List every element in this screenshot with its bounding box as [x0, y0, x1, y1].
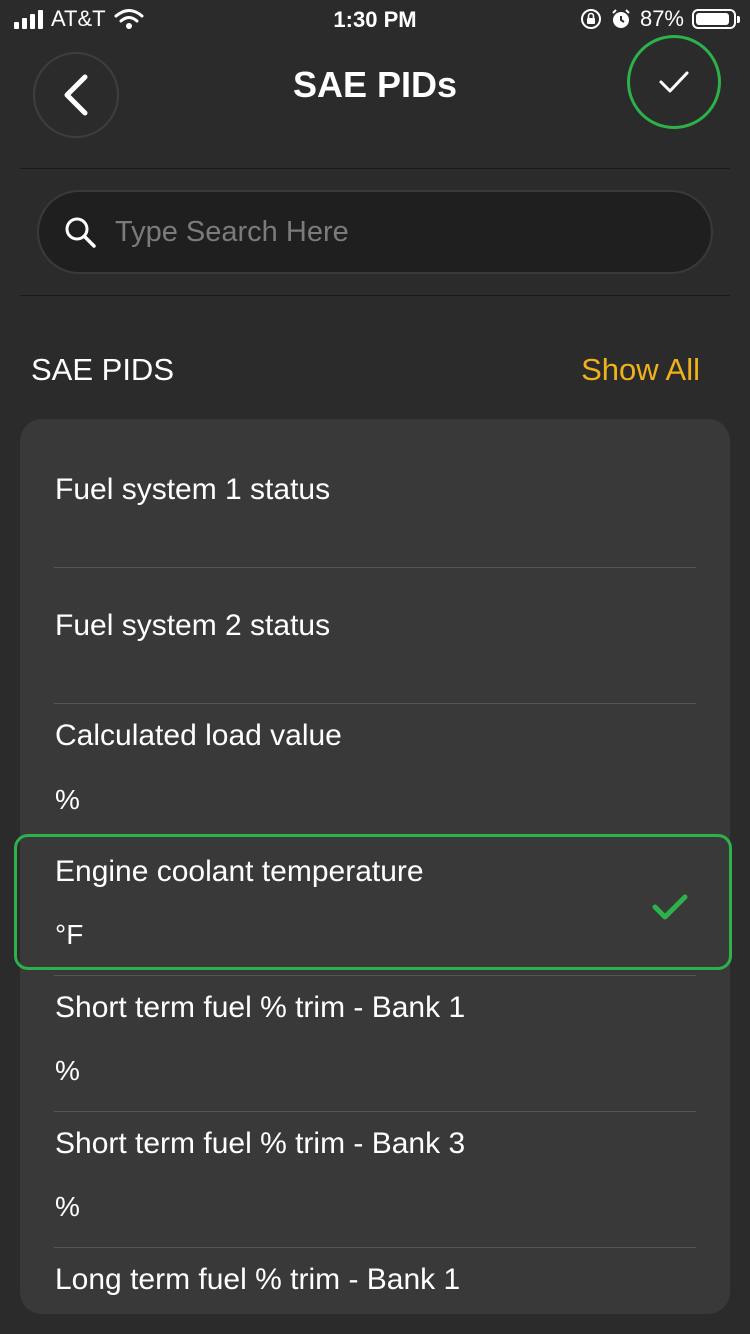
show-all-button[interactable]: Show All [581, 352, 700, 388]
header-divider [20, 168, 730, 169]
list-item[interactable]: Short term fuel % trim - Bank 1 % [20, 976, 730, 1111]
alarm-icon [612, 9, 630, 28]
checkmark-icon [659, 71, 689, 93]
item-name: Short term fuel % trim - Bank 1 [55, 991, 466, 1024]
status-bar: AT&T 1:30 PM 87% [0, 0, 750, 40]
search-box[interactable] [37, 190, 713, 274]
item-name: Fuel system 1 status [55, 473, 331, 506]
header: SAE PIDs [0, 35, 750, 168]
selected-item-outline [14, 834, 732, 970]
status-right: 87% [580, 6, 740, 32]
item-name: Short term fuel % trim - Bank 3 [55, 1127, 466, 1160]
list-item[interactable]: Calculated load value % [20, 704, 730, 839]
search-divider [20, 295, 730, 296]
list-item[interactable]: Fuel system 2 status [20, 568, 730, 703]
item-name: Calculated load value [55, 719, 342, 752]
search-icon [65, 217, 96, 248]
item-unit: % [55, 784, 80, 815]
search-input[interactable] [113, 214, 677, 250]
battery-icon [692, 9, 740, 29]
item-unit: % [55, 1055, 80, 1086]
confirm-button[interactable] [627, 35, 721, 129]
item-name: Fuel system 2 status [55, 609, 331, 642]
section-title: SAE PIDS [31, 352, 174, 387]
item-name: Long term fuel % trim - Bank 1 [55, 1263, 461, 1296]
item-unit: % [55, 1191, 80, 1222]
battery-percent: 87% [639, 6, 684, 31]
list-item[interactable]: Short term fuel % trim - Bank 3 % [20, 1112, 730, 1247]
list-item[interactable]: Fuel system 1 status [20, 419, 730, 567]
orientation-lock-icon [580, 9, 601, 29]
list-item[interactable]: Long term fuel % trim - Bank 1 [20, 1248, 730, 1314]
